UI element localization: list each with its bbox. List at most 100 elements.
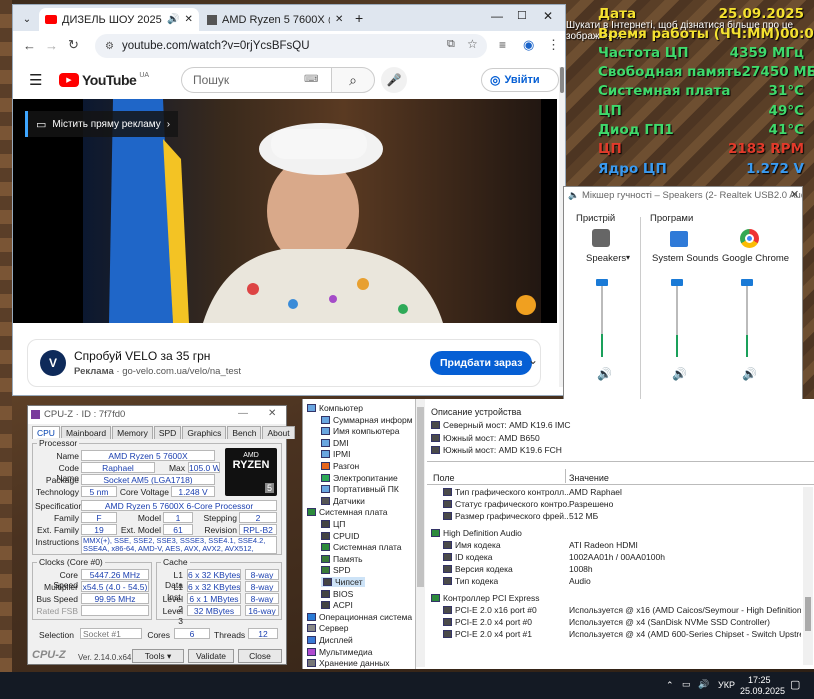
tools-button[interactable]: Tools ▾ [132,649,184,663]
youtube-logo[interactable]: ▶ YouTube UA [59,72,149,88]
ad-cta-button[interactable]: Придбати зараз [430,351,533,375]
scroll-thumb[interactable] [560,67,564,93]
tab-cpu[interactable]: AMD Ryzen 5 7600X @ 4923.7 ✕ [201,8,351,31]
socket-select[interactable]: Socket #1 [80,628,142,639]
tree-item[interactable]: Датчики [321,496,365,506]
volume-slider[interactable] [671,279,683,357]
tree-item[interactable]: Чипсет [321,577,365,587]
tree-item[interactable]: Системная плата [321,542,402,552]
volume-slider[interactable] [596,279,608,357]
tab-media-icon[interactable]: ≡ [499,38,506,52]
volume-slider-thumb[interactable] [741,279,753,286]
speakers-device-icon[interactable] [592,229,610,247]
mute-speaker-icon[interactable]: 🔊 [742,367,757,381]
ad-card[interactable]: V Спробуй VELO за 35 грн Реклама · go-ve… [27,339,541,387]
channel-google-chrome[interactable]: Google Chrome [722,253,789,264]
close-icon[interactable]: ✕ [184,14,192,25]
back-button[interactable]: ← [23,38,36,53]
close-icon[interactable]: ✕ [335,14,343,25]
site-info-icon[interactable]: ⚙ [105,41,114,52]
tab-memory[interactable]: Memory [112,426,153,439]
tree-item[interactable]: Портативный ПК [321,484,399,494]
column-value[interactable]: Значение [569,473,609,483]
hamburger-menu-icon[interactable]: ☰ [29,71,42,89]
property-group[interactable]: High Definition Audio [431,528,522,538]
tree-item[interactable]: ACPI [321,600,353,610]
tray-overflow-icon[interactable]: ⌃ [666,680,674,691]
video-player[interactable]: ▭ Містить пряму рекламу › [13,99,557,323]
tree-item[interactable]: Операционная система [307,612,412,622]
tree-item[interactable]: ЦП [321,519,345,529]
volume-slider-thumb[interactable] [671,279,683,286]
menu-kebab-icon[interactable]: ⋮ [547,37,560,53]
details-scrollbar[interactable] [803,487,813,665]
profile-icon[interactable]: ◉ [523,37,534,53]
tree-item[interactable]: CPUID [321,531,359,541]
window-close-button[interactable]: ✕ [268,408,276,419]
clock-date[interactable]: 25.09.2025 [740,686,785,696]
tree-item[interactable]: DMI [321,438,349,448]
channel-system-sounds[interactable]: System Sounds [652,253,719,264]
clock-time[interactable]: 17:25 [748,675,771,685]
property-row[interactable]: PCI-E 2.0 x16 port #0 [443,605,537,615]
property-row[interactable]: Статус графического контро... [443,499,569,509]
close-button[interactable]: Close [238,649,282,663]
network-icon[interactable]: ▭ [682,679,691,690]
tab-graphics[interactable]: Graphics [182,426,227,439]
property-row[interactable]: Версия кодека [443,564,513,574]
device-item[interactable]: Южный мост: AMD B650 [431,433,540,443]
system-sounds-icon[interactable] [670,231,688,247]
tree-item[interactable]: Имя компьютера [321,426,400,436]
tab-spd[interactable]: SPD [153,426,182,439]
tree-scrollbar[interactable] [416,399,425,667]
tree-item[interactable]: BIOS [321,589,353,599]
search-button[interactable]: ⌕ [331,67,375,93]
tree-item[interactable]: Мультимедиа [307,647,372,657]
ad-title[interactable]: Спробуй VELO за 35 грн [74,349,210,363]
property-row[interactable]: Тип кодека [443,576,498,586]
forward-button[interactable]: → [45,38,58,53]
volume-icon[interactable]: 🔊 [698,679,709,690]
notifications-icon[interactable]: ▢ [790,678,800,691]
install-app-icon[interactable]: ⧉ [447,38,455,51]
volume-slider-thumb[interactable] [596,279,608,286]
tree-item[interactable]: SPD [321,565,350,575]
property-group[interactable]: Контроллер PCI Express [431,593,540,603]
volume-slider[interactable] [741,279,753,357]
mute-speaker-icon[interactable]: 🔊 [597,367,612,381]
tab-about[interactable]: About [262,426,295,439]
chrome-app-icon[interactable] [740,229,759,248]
url-field[interactable]: ⚙ youtube.com/watch?v=0rjYcsBFsQU ⧉ ☆ [95,34,487,58]
tree-item[interactable]: Память [321,554,363,564]
new-tab-button[interactable]: + [355,10,363,26]
tree-item[interactable]: Разгон [321,461,359,471]
property-row[interactable]: Размер графического фрей... [443,511,569,521]
tab-search-button[interactable]: ⌄ [17,8,37,31]
device-item[interactable]: Северный мост: AMD K19.6 IMC [431,420,571,430]
tab-bench[interactable]: Bench [227,426,262,439]
reload-button[interactable]: ↻ [68,37,79,53]
minimize-button[interactable]: — [491,9,503,23]
device-item[interactable]: Южный мост: AMD K19.6 FCH [431,445,562,455]
column-field[interactable]: Поле [433,473,455,483]
property-row[interactable]: ID кодека [443,552,493,562]
property-row[interactable]: PCI-E 2.0 x4 port #0 [443,617,532,627]
tree-item[interactable]: Системная плата [307,507,388,517]
validate-button[interactable]: Validate [188,649,234,663]
language-indicator[interactable]: УКР [718,680,735,690]
search-input[interactable]: Пошук ⌨ [181,67,331,93]
window-close-button[interactable]: ✕ [543,9,553,23]
property-row[interactable]: Тип графического контролл... [443,487,569,497]
minimize-button[interactable]: — [238,408,248,419]
paid-promotion-badge[interactable]: ▭ Містить пряму рекламу › [25,111,179,137]
tree-item[interactable]: Хранение данных [307,658,390,668]
tree-item[interactable]: Электропитание [321,473,398,483]
tree-item[interactable]: Сервер [307,623,348,633]
property-row[interactable]: Имя кодека [443,540,501,550]
mute-speaker-icon[interactable]: 🔊 [672,367,687,381]
voice-search-button[interactable]: 🎤 [381,67,407,93]
tree-item[interactable]: Суммарная информ [321,415,413,425]
tree-item[interactable]: Компьютер [307,403,363,413]
dropdown-arrow-icon[interactable]: ▾ [626,253,630,262]
tree-item[interactable]: IPMI [321,449,350,459]
